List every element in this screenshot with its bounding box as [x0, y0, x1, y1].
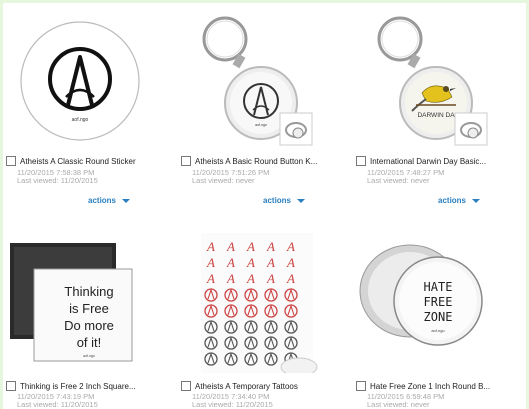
tattoo-a-glyph: A [246, 271, 255, 286]
last-viewed: Last viewed: 11/20/2015 [192, 400, 273, 409]
select-checkbox[interactable] [6, 381, 16, 391]
magnet-line-4: of it! [77, 335, 102, 350]
keychain-brand: aof.ngo [255, 123, 267, 127]
chevron-down-icon [472, 198, 481, 203]
sticker-brand: aof.ngo [72, 117, 89, 123]
button-line-1: HATE [424, 280, 453, 294]
magnet-line-2: is Free [69, 301, 109, 316]
product-grid: aof.ngo Atheists A Classic Round Sticker… [3, 3, 526, 409]
product-title[interactable]: Atheists A Temporary Tattoos [195, 382, 298, 391]
actions-label: actions [263, 196, 292, 205]
magnet-line-3: Do more [64, 318, 114, 333]
tattoo-a-glyph: A [206, 255, 215, 270]
last-viewed: Last viewed: 11/20/2015 [17, 400, 98, 409]
darwin-day-keychain-icon[interactable]: DARWIN DA [356, 13, 526, 155]
select-checkbox[interactable] [356, 381, 366, 391]
tattoo-sheet-icon[interactable]: A A A A AA A A A AA A A A A [181, 231, 351, 373]
actions-menu[interactable]: actions [438, 196, 481, 205]
actions-label: actions [438, 196, 467, 205]
tattoo-a-glyph: A [226, 255, 235, 270]
select-checkbox[interactable] [181, 156, 191, 166]
atheist-a-keychain-icon[interactable]: aof.ngo [181, 13, 351, 155]
last-viewed: Last viewed: never [367, 176, 430, 185]
select-checkbox[interactable] [181, 381, 191, 391]
select-checkbox[interactable] [356, 156, 366, 166]
chevron-down-icon [297, 198, 306, 203]
thinking-free-magnet-icon[interactable]: Thinking is Free Do more of it! aof.ngo [6, 231, 176, 373]
product-title[interactable]: Hate Free Zone 1 Inch Round B... [370, 382, 490, 391]
atheist-a-sticker-icon[interactable]: aof.ngo [6, 13, 176, 155]
magnet-line-1: Thinking [64, 284, 113, 299]
product-title[interactable]: Atheists A Classic Round Sticker [20, 157, 136, 166]
tattoo-a-glyph: A [286, 239, 295, 254]
darwin-day-text: DARWIN DA [417, 112, 455, 119]
chevron-down-icon [122, 198, 131, 203]
actions-menu[interactable]: actions [263, 196, 306, 205]
tattoo-a-glyph: A [266, 271, 275, 286]
select-checkbox[interactable] [6, 156, 16, 166]
hate-free-zone-button-icon[interactable]: HATE FREE ZONE aof.ngo [356, 231, 526, 373]
tattoo-a-glyph: A [286, 271, 295, 286]
tattoo-a-glyph: A [246, 255, 255, 270]
button-brand: aof.ngo [431, 328, 445, 333]
magnet-brand: aof.ngo [83, 354, 95, 358]
product-title[interactable]: International Darwin Day Basic... [370, 157, 486, 166]
tattoo-a-glyph: A [286, 255, 295, 270]
button-line-2: FREE [424, 295, 453, 309]
product-title[interactable]: Thinking is Free 2 Inch Square... [20, 382, 136, 391]
tattoo-a-glyph: A [266, 255, 275, 270]
actions-menu[interactable]: actions [88, 196, 131, 205]
last-viewed: Last viewed: never [192, 176, 255, 185]
actions-label: actions [88, 196, 117, 205]
tattoo-a-glyph: A [206, 271, 215, 286]
tattoo-a-glyph: A [206, 239, 215, 254]
last-viewed: Last viewed: 11/20/2015 [17, 176, 98, 185]
button-line-3: ZONE [424, 310, 453, 324]
tattoo-a-glyph: A [226, 239, 235, 254]
product-title[interactable]: Atheists A Basic Round Button K... [195, 157, 317, 166]
tattoo-a-glyph: A [246, 239, 255, 254]
tattoo-a-glyph: A [226, 271, 235, 286]
tattoo-a-glyph: A [266, 239, 275, 254]
last-viewed: Last viewed: never [367, 400, 430, 409]
